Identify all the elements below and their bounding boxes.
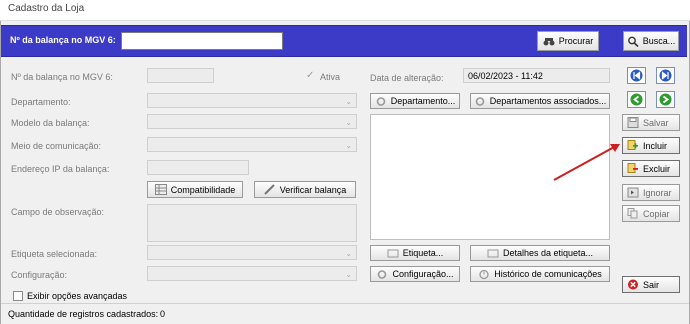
table-icon	[154, 184, 167, 195]
verificar-balanca-button[interactable]: Verificar balança	[254, 181, 356, 198]
label-icon	[487, 249, 499, 257]
last-icon	[659, 69, 672, 82]
magnifier-icon	[627, 36, 639, 47]
numero-label: Nº da balança no MGV 6:	[11, 72, 113, 82]
salvar-label: Salvar	[643, 117, 669, 128]
arrow-left-icon	[630, 93, 643, 106]
last-record-button[interactable]	[656, 67, 675, 84]
gear-icon	[378, 269, 387, 279]
search-bar: Nº da balança no MGV 6: Procurar Busca..…	[1, 25, 687, 57]
clock-icon	[479, 269, 489, 279]
configuracao-button-label: Configuração...	[392, 269, 454, 279]
etiqueta-button-label: Etiqueta...	[402, 248, 444, 258]
gear-icon	[376, 96, 386, 106]
label-icon	[387, 249, 399, 257]
sair-button[interactable]: Sair	[622, 276, 680, 293]
data-alteracao-label: Data de alteração:	[370, 73, 444, 83]
configuracao-button[interactable]: Configuração...	[370, 266, 460, 282]
ignorar-button[interactable]: Ignorar	[622, 184, 680, 201]
configuracao-label: Configuração:	[11, 270, 68, 280]
arrow-right-icon	[659, 93, 672, 106]
save-icon	[627, 117, 639, 128]
title-bar: Cadastro da Loja	[0, 0, 690, 21]
procurar-button[interactable]: Procurar	[537, 31, 599, 51]
first-icon	[630, 69, 643, 82]
departamentos-associados-button[interactable]: Departamentos associados...	[470, 93, 610, 109]
first-record-button[interactable]	[627, 67, 646, 84]
status-divider	[1, 303, 689, 304]
salvar-button[interactable]: Salvar	[622, 114, 680, 131]
copiar-label: Copiar	[643, 208, 670, 219]
meio-label: Meio de comunicação:	[11, 141, 102, 151]
departamentos-associados-label: Departamentos associados...	[489, 96, 607, 106]
data-alteracao-field: 06/02/2023 - 11:42	[463, 68, 610, 83]
compatibilidade-label: Compatibilidade	[170, 184, 236, 195]
avancadas-label: Exibir opções avançadas	[27, 291, 128, 301]
avancadas-checkbox[interactable]	[13, 291, 23, 301]
chevron-down-icon: ⌄	[345, 118, 352, 127]
busca-button[interactable]: Busca...	[623, 31, 679, 51]
configuracao-combo[interactable]: ⌄	[147, 266, 357, 281]
previous-record-button[interactable]	[627, 91, 646, 108]
scale-number-search-input[interactable]	[121, 32, 283, 50]
copiar-button[interactable]: Copiar	[622, 205, 680, 222]
modelo-label: Modelo da balança:	[11, 118, 90, 128]
chevron-down-icon: ⌄	[345, 249, 352, 258]
add-document-icon	[627, 140, 638, 150]
excluir-button[interactable]: Excluir	[622, 160, 680, 177]
meio-combo[interactable]: ⌄	[147, 137, 357, 152]
wand-icon	[264, 184, 275, 195]
observacao-label: Campo de observação:	[11, 207, 105, 217]
etiqueta-label: Etiqueta selecionada:	[11, 249, 98, 259]
observacao-field[interactable]	[147, 204, 357, 242]
chevron-down-icon: ⌄	[345, 141, 352, 150]
verificar-balanca-label: Verificar balança	[279, 184, 347, 195]
compatibilidade-button[interactable]: Compatibilidade	[147, 181, 243, 198]
ip-field[interactable]	[147, 160, 249, 175]
excluir-label: Excluir	[643, 163, 671, 174]
procurar-label: Procurar	[558, 36, 594, 46]
sair-label: Sair	[643, 279, 660, 290]
departamento-label: Departamento:	[11, 97, 71, 107]
copy-icon	[627, 208, 638, 219]
busca-label: Busca...	[642, 36, 676, 46]
departamento-button[interactable]: Departamento...	[370, 93, 460, 109]
close-icon	[628, 279, 638, 290]
ativa-check-icon[interactable]: ✓	[306, 70, 314, 81]
etiqueta-combo[interactable]: ⌄	[147, 245, 357, 260]
annotation-arrow	[553, 144, 620, 181]
chevron-down-icon: ⌄	[345, 97, 352, 106]
status-count: 0	[160, 309, 166, 319]
ativa-label: Ativa	[320, 72, 341, 82]
detalhes-etiqueta-label: Detalhes da etiqueta...	[502, 248, 594, 258]
delete-document-icon	[627, 163, 638, 173]
chevron-down-icon: ⌄	[345, 270, 352, 279]
etiqueta-button[interactable]: Etiqueta...	[370, 245, 460, 261]
historico-label: Histórico de comunicações	[494, 269, 602, 279]
incluir-button[interactable]: Incluir	[622, 137, 680, 154]
detalhes-etiqueta-button[interactable]: Detalhes da etiqueta...	[470, 245, 610, 261]
search-label: Nº da balança no MGV 6:	[10, 35, 116, 45]
binoculars-icon	[543, 37, 555, 45]
incluir-label: Incluir	[643, 140, 668, 151]
departamento-combo[interactable]: ⌄	[147, 93, 357, 108]
numero-field[interactable]	[147, 68, 214, 83]
departamento-button-label: Departamento...	[390, 96, 456, 106]
modelo-combo[interactable]: ⌄	[147, 114, 357, 129]
undo-icon	[627, 187, 639, 198]
ip-label: Endereço IP da balança:	[11, 164, 110, 174]
ignorar-label: Ignorar	[643, 187, 672, 198]
gear-icon	[475, 96, 485, 106]
historico-button[interactable]: Histórico de comunicações	[470, 266, 610, 282]
status-label: Quantidade de registros cadastrados:	[8, 309, 159, 319]
window-title: Cadastro da Loja	[8, 3, 85, 14]
next-record-button[interactable]	[656, 91, 675, 108]
